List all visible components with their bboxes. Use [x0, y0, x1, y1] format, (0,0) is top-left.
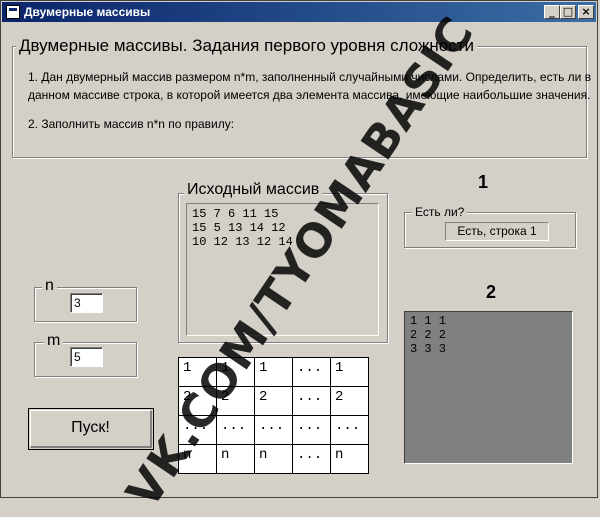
app-icon: [6, 5, 20, 19]
table-cell: n: [330, 444, 369, 474]
task1-line2: данном массиве строка, в которой имеется…: [28, 88, 591, 102]
minimize-button[interactable]: _: [544, 5, 560, 19]
run-button-label: Пуск!: [30, 410, 152, 448]
table-cell: n: [216, 444, 255, 474]
table-row: 1 1 1 ... 1: [178, 357, 369, 387]
source-array-box: 15 7 6 11 15 15 5 13 14 12 10 12 13 12 1…: [186, 203, 379, 336]
table-cell: n: [254, 444, 293, 474]
table-cell: 1: [178, 357, 217, 387]
n-label: n: [42, 277, 57, 295]
table-cell: ...: [292, 415, 331, 445]
table-cell: 2: [254, 386, 293, 416]
table-cell: 1: [216, 357, 255, 387]
close-button[interactable]: ×: [578, 5, 594, 19]
table-row: ... ... ... ... ...: [178, 415, 369, 445]
table-row: 2 2 2 ... 2: [178, 386, 369, 416]
table-cell: 2: [216, 386, 255, 416]
section2-number: 2: [486, 282, 497, 302]
section1-number: 1: [478, 172, 489, 192]
source-row-2: 15 5 13 14 12: [192, 221, 286, 235]
task1-line1: 1. Дан двумерный массив размером n*m, за…: [28, 70, 592, 84]
output-row-2: 2 2 2: [410, 328, 447, 342]
n-input[interactable]: 3: [70, 293, 103, 313]
source-row-1: 15 7 6 11 15: [192, 207, 279, 221]
table-row: n n n ... n: [178, 444, 369, 474]
tasks-frame: [12, 46, 587, 158]
result-value: Есть, строка 1: [445, 222, 549, 241]
table-cell: ...: [292, 444, 331, 474]
source-array-label: Исходный массив: [184, 181, 323, 199]
output-row-1: 1 1 1: [410, 314, 447, 328]
task2-text: 2. Заполнить массив n*n по правилу:: [28, 117, 235, 131]
table-cell: ...: [330, 415, 369, 445]
title-bar[interactable]: Двумерные массивы _ □ ×: [2, 2, 596, 22]
table-cell: ...: [292, 386, 331, 416]
m-input[interactable]: 5: [70, 347, 103, 367]
table-cell: 2: [178, 386, 217, 416]
table-cell: ...: [178, 415, 217, 445]
rule-table: 1 1 1 ... 1 2 2 2 ... 2 ... ... ... ... …: [178, 357, 369, 474]
result-label: Есть ли?: [412, 205, 468, 219]
run-button[interactable]: Пуск!: [28, 408, 154, 450]
table-cell: 1: [254, 357, 293, 387]
table-cell: n: [178, 444, 217, 474]
output-box: 1 1 1 2 2 2 3 3 3: [404, 311, 573, 464]
output-row-3: 3 3 3: [410, 342, 447, 356]
maximize-button[interactable]: □: [560, 5, 576, 19]
m-label: m: [44, 332, 64, 350]
table-cell: ...: [292, 357, 331, 387]
table-cell: ...: [254, 415, 293, 445]
table-cell: 2: [330, 386, 369, 416]
tasks-heading: Двумерные массивы. Задания первого уровн…: [16, 36, 477, 56]
table-cell: 1: [330, 357, 369, 387]
source-row-3: 10 12 13 12 14: [192, 235, 293, 249]
window-title: Двумерные массивы: [24, 5, 151, 19]
table-cell: ...: [216, 415, 255, 445]
